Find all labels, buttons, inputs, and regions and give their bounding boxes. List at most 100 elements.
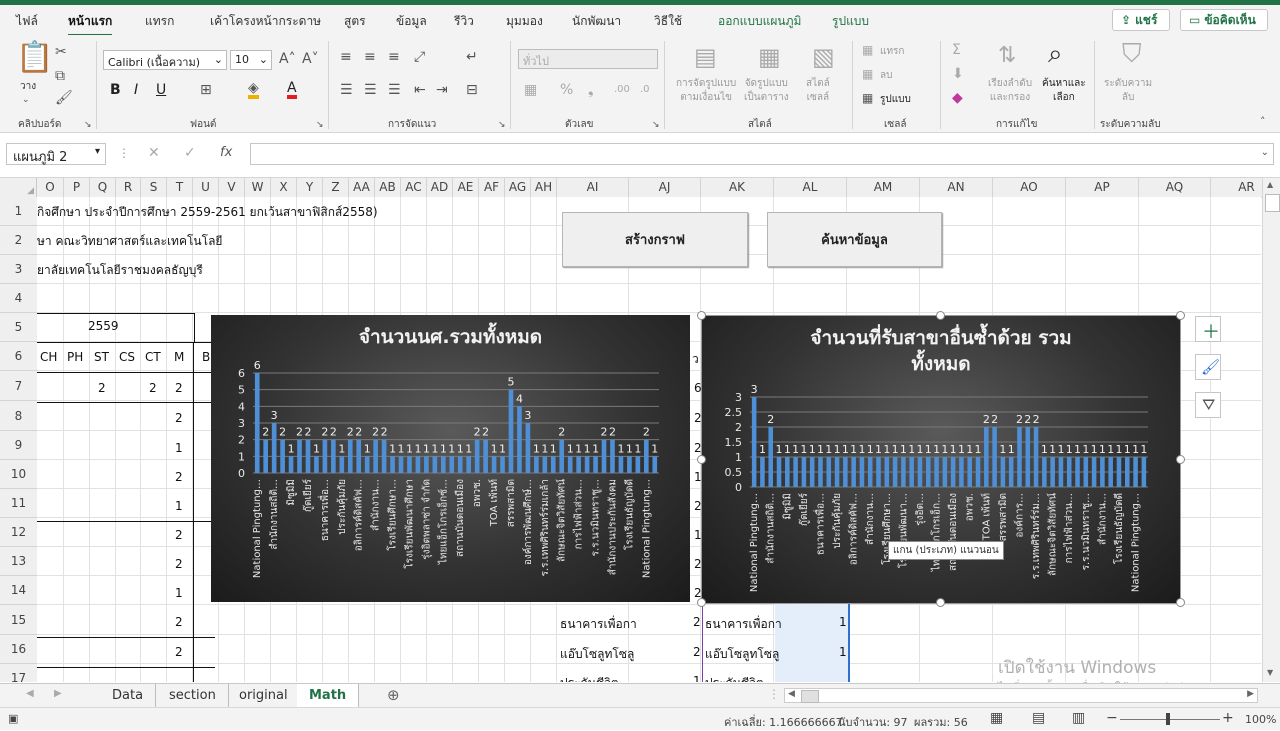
insert-cells-button[interactable]: แทรก <box>880 44 904 59</box>
autosum-icon[interactable]: Σ <box>952 43 961 57</box>
cell-m[interactable]: 2 <box>175 645 183 659</box>
column-header[interactable]: AG <box>505 178 531 197</box>
cell-r16-al[interactable]: 1 <box>839 645 847 659</box>
borders-icon[interactable]: ⊞ <box>200 83 212 97</box>
row-header[interactable]: 12 <box>0 518 37 547</box>
decrease-indent-icon[interactable]: ⇤ <box>414 83 426 97</box>
sort-filter-button[interactable]: เรียงลำดับ และกรอง <box>988 77 1032 105</box>
resize-handle[interactable] <box>1176 455 1185 464</box>
cell-hdr-ph[interactable]: PH <box>67 350 83 364</box>
horizontal-scrollbar[interactable]: ◀ ▶ <box>784 688 1258 703</box>
sensitivity-button[interactable]: ระดับความ ลับ <box>1104 77 1152 105</box>
zoom-slider[interactable] <box>1120 719 1220 720</box>
tab-chart-design[interactable]: ออกแบบแผนภูมิ <box>718 12 801 31</box>
row-header[interactable]: 4 <box>0 284 37 313</box>
cell-hdr-cs[interactable]: CS <box>119 350 135 364</box>
cell-aj[interactable]: 2 <box>694 499 702 513</box>
row-header[interactable]: 2 <box>0 226 37 255</box>
italic-icon[interactable]: I <box>134 83 138 97</box>
chart-elements-button[interactable]: ＋ <box>1195 316 1221 343</box>
prev-sheet-icon[interactable]: ◀ <box>26 688 34 699</box>
column-header[interactable]: AF <box>479 178 505 197</box>
orientation-icon[interactable]: ⤢ <box>414 50 425 64</box>
chart-filters-button[interactable]: ⛛ <box>1195 392 1221 418</box>
tab-review[interactable]: รีวิว <box>454 12 474 31</box>
resize-handle[interactable] <box>1176 311 1185 320</box>
cell-m[interactable]: 2 <box>175 411 183 425</box>
merge-center-icon[interactable]: ⊟ <box>466 83 478 97</box>
add-sheet-icon[interactable]: ⊕ <box>387 686 400 704</box>
next-sheet-icon[interactable]: ▶ <box>54 688 62 699</box>
dialog-launcher-icon[interactable]: ↘ <box>498 118 506 132</box>
align-center-icon[interactable]: ☰ <box>364 83 377 97</box>
zoom-in-icon[interactable]: + <box>1222 710 1234 726</box>
scroll-right-icon[interactable]: ▶ <box>1247 689 1254 699</box>
font-color-icon[interactable]: A <box>287 81 297 99</box>
format-as-table-button[interactable]: จัดรูปแบบ เป็นตาราง <box>744 77 789 105</box>
column-header[interactable]: AK <box>701 178 774 197</box>
column-header[interactable]: Z <box>323 178 349 197</box>
currency-icon[interactable]: ▦ <box>524 83 537 97</box>
cell-r1[interactable]: กิจศึกษา ประจำปีการศึกษา 2559-2561 ยกเว้… <box>37 203 378 222</box>
cell-styles-button[interactable]: สไตล์ เซลล์ <box>806 77 830 105</box>
cell-m[interactable]: 2 <box>175 615 183 629</box>
column-header[interactable]: W <box>245 178 271 197</box>
format-painter-icon[interactable]: 🖌 <box>55 91 73 105</box>
tab-developer[interactable]: นักพัฒนา <box>572 12 621 31</box>
chart-styles-button[interactable]: 🖌 <box>1195 354 1221 380</box>
decrease-decimal-icon[interactable]: .0 <box>640 83 650 97</box>
sort-filter-icon[interactable]: ⇅ <box>998 45 1016 67</box>
chevron-down-icon[interactable]: ⌄ <box>22 93 30 107</box>
row-header[interactable]: 10 <box>0 460 37 489</box>
column-header[interactable]: AH <box>531 178 557 197</box>
zoom-level[interactable]: 100% <box>1245 713 1276 726</box>
row-header[interactable]: 9 <box>0 431 37 460</box>
column-header[interactable]: AN <box>920 178 993 197</box>
cell-r7-ct[interactable]: 2 <box>149 381 157 395</box>
cell-r15-ai[interactable]: ธนาคารเพื่อกา <box>560 615 637 634</box>
resize-handle[interactable] <box>936 311 945 320</box>
cell-r7-m[interactable]: 2 <box>175 381 183 395</box>
cell-r16-ai[interactable]: แอ๊บโซลูทโซลู <box>560 645 634 664</box>
scroll-left-icon[interactable]: ◀ <box>788 689 795 699</box>
number-format-select[interactable]: ทั่วไป <box>518 49 658 69</box>
row-header[interactable]: 8 <box>0 401 37 431</box>
name-box[interactable]: แผนภูมิ 2 ▾ <box>6 143 106 165</box>
align-left-icon[interactable]: ☰ <box>340 83 353 97</box>
tab-help[interactable]: วิธีใช้ <box>654 12 682 31</box>
format-cells-button[interactable]: รูปแบบ <box>880 92 911 107</box>
resize-handle[interactable] <box>697 598 706 607</box>
column-header[interactable]: O <box>37 178 64 197</box>
format-table-icon[interactable]: ▦ <box>758 45 781 69</box>
column-header[interactable]: AC <box>401 178 427 197</box>
row-header[interactable]: 3 <box>0 255 37 284</box>
tab-formulas[interactable]: สูตร <box>344 12 366 31</box>
align-middle-icon[interactable]: ≡ <box>364 50 376 64</box>
cell-m[interactable]: 2 <box>175 557 183 571</box>
sensitivity-icon[interactable]: ⛉ <box>1122 41 1142 67</box>
decrease-font-icon[interactable]: A˅ <box>302 52 319 66</box>
tab-data[interactable]: ข้อมูล <box>396 12 427 31</box>
normal-view-icon[interactable]: ▦ <box>990 710 1003 726</box>
zoom-out-icon[interactable]: − <box>1106 710 1118 726</box>
chart-total-students[interactable]: จำนวนนศ.รวมทั้งหมด 0 1 2 3 4 5 6 6 National Pingt… <box>211 315 690 602</box>
cut-icon[interactable]: ✂ <box>55 45 67 59</box>
align-top-icon[interactable]: ≡ <box>340 50 352 64</box>
row-header[interactable]: 14 <box>0 576 37 605</box>
tab-file[interactable]: ไฟล์ <box>16 12 38 31</box>
wrap-text-icon[interactable]: ↵ <box>466 50 478 64</box>
row-header[interactable]: 5 <box>0 313 37 342</box>
tab-chart-format[interactable]: รูปแบบ <box>832 12 869 31</box>
find-icon[interactable]: ⌕ <box>1048 41 1063 67</box>
format-cells-icon[interactable]: ▦ <box>862 91 873 105</box>
delete-cells-icon[interactable]: ▦ <box>862 67 873 81</box>
tab-home[interactable]: หน้าแรก <box>68 12 113 37</box>
bold-icon[interactable]: B <box>110 83 121 97</box>
formula-input[interactable]: ⌄ <box>250 143 1274 165</box>
sheet-tab-data[interactable]: Data <box>100 684 157 707</box>
column-header[interactable]: AP <box>1066 178 1139 197</box>
scroll-thumb[interactable] <box>801 690 819 703</box>
conditional-format-icon[interactable]: ▤ <box>694 45 717 69</box>
column-header[interactable]: AL <box>774 178 847 197</box>
column-header[interactable]: AB <box>375 178 401 197</box>
